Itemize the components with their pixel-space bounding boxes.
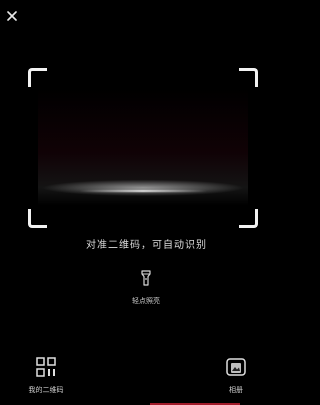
flashlight-icon: [141, 270, 151, 286]
scan-glow: [38, 88, 248, 216]
album-icon: [226, 358, 246, 376]
scan-hint-text: 对准二维码，可自动识别: [86, 240, 207, 251]
scan-frame: [28, 68, 258, 228]
flashlight-button[interactable]: 轻点照亮: [121, 270, 171, 306]
close-icon: [7, 11, 17, 21]
close-button[interactable]: [4, 8, 20, 24]
scan-corner-top-right: [239, 68, 258, 87]
scan-line: [78, 189, 208, 192]
album-label: 相册: [229, 386, 243, 394]
album-button[interactable]: 相册: [206, 356, 266, 395]
scan-corner-bottom-left: [28, 209, 47, 228]
scan-corner-top-left: [28, 68, 47, 87]
my-qr-code-button[interactable]: 我的二维码: [16, 356, 76, 395]
my-qr-code-label: 我的二维码: [28, 386, 64, 394]
flashlight-label: 轻点照亮: [132, 297, 160, 305]
scan-corner-bottom-right: [239, 209, 258, 228]
qr-code-icon: [36, 357, 56, 377]
